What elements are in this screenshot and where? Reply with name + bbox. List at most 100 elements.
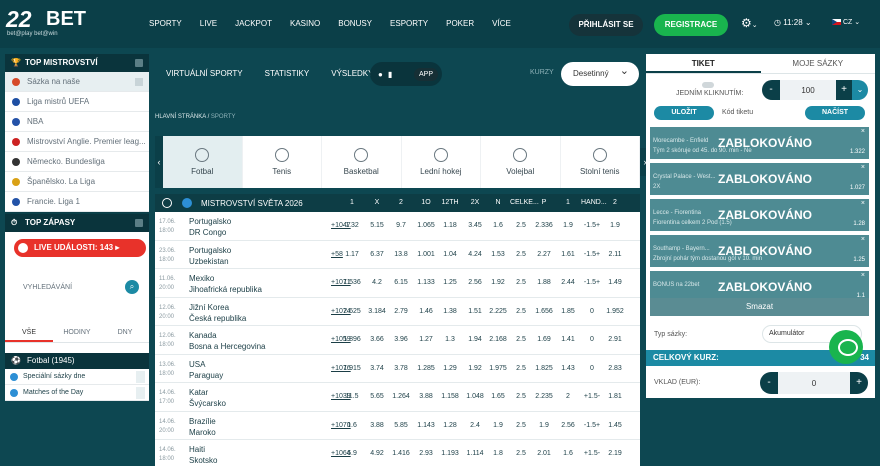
odds-cell[interactable]: 1.143 [415, 422, 437, 429]
odds-cell[interactable]: 4.24 [464, 251, 486, 258]
odds-cell[interactable]: 2.56 [464, 279, 486, 286]
sport-tab[interactable]: Lední hokej [402, 136, 481, 188]
plus-button[interactable]: + [836, 80, 852, 100]
odds-cell[interactable]: 0 [581, 308, 603, 315]
odds-cell[interactable]: 2.168 [487, 336, 509, 343]
table-row[interactable]: 11.06. 20:00 Mexiko Jihoafrická republika +1… [155, 269, 640, 298]
odds-cell[interactable]: 1.8 [487, 450, 509, 457]
logo[interactable]: 22 BET bet@play bet@win [6, 6, 98, 40]
odds-cell[interactable]: 1.285 [415, 365, 437, 372]
odds-cell[interactable]: 1.43 [557, 365, 579, 372]
odds-cell[interactable]: 2.4 [464, 422, 486, 429]
odds-cell[interactable]: 6.9 [341, 450, 363, 457]
odds-cell[interactable]: -1.5+ [581, 251, 603, 258]
odds-cell[interactable]: 1.27 [415, 336, 437, 343]
odds-cell[interactable]: +1.5- [581, 450, 603, 457]
odds-cell[interactable]: 1.896 [341, 336, 363, 343]
odds-cell[interactable]: 2.44 [557, 279, 579, 286]
odds-cell[interactable]: 1.6 [341, 422, 363, 429]
match-teams[interactable]: Haiti Skotsko [189, 444, 217, 466]
ticket-code-input[interactable]: Kód tiketu [722, 109, 753, 116]
chat-icon[interactable] [829, 330, 863, 364]
odds-cell[interactable]: 4.2 [366, 279, 388, 286]
odds-cell[interactable]: 2.225 [487, 308, 509, 315]
table-row[interactable]: 13.06. 18:00 USA Paraguay +1076 1.915 3.74 3.78… [155, 355, 640, 383]
odds-cell[interactable]: 1.158 [439, 393, 461, 400]
odds-cell[interactable]: 1.49 [604, 279, 626, 286]
odds-cell[interactable]: 2.5 [510, 279, 532, 286]
nav-item[interactable]: BONUSY [329, 0, 381, 48]
top-matches-header[interactable]: ⏱ TOP ZÁPASY [5, 214, 149, 232]
odds-cell[interactable]: 5.85 [390, 422, 412, 429]
odds-format-select[interactable]: Desetinný [561, 59, 639, 86]
odds-cell[interactable]: 2.91 [604, 336, 626, 343]
sub-special-bets[interactable]: Speciální sázky dne [5, 369, 149, 385]
table-row[interactable]: 12.06. 18:00 Kanada Bosna a Hercegovina +105… [155, 326, 640, 355]
odds-cell[interactable]: 2.5 [510, 251, 532, 258]
odds-cell[interactable]: 1.952 [604, 308, 626, 315]
odds-cell[interactable]: 1.53 [487, 251, 509, 258]
close-icon[interactable]: × [861, 164, 865, 171]
save-button[interactable]: ULOŽIT [654, 106, 714, 120]
sport-tab[interactable]: Tenis [243, 136, 322, 188]
odds-cell[interactable]: 2.11 [604, 251, 626, 258]
odds-cell[interactable]: 5.65 [366, 393, 388, 400]
match-teams[interactable]: Portugalsko DR Congo [189, 216, 231, 238]
close-icon[interactable]: × [861, 128, 865, 135]
odds-cell[interactable]: 1.9 [533, 422, 555, 429]
odds-cell[interactable]: 1.915 [341, 365, 363, 372]
odds-cell[interactable]: 1.46 [415, 308, 437, 315]
sport-tab[interactable]: Fotbal [163, 136, 243, 188]
odds-cell[interactable]: 2.19 [604, 450, 626, 457]
odds-cell[interactable]: 1.6 [557, 450, 579, 457]
odds-cell[interactable]: 1.536 [341, 279, 363, 286]
tab-my-bets[interactable]: MOJE SÁZKY [761, 54, 876, 73]
odds-cell[interactable]: 1.92 [464, 365, 486, 372]
odds-cell[interactable]: 2.625 [341, 308, 363, 315]
odds-cell[interactable]: 2.336 [533, 222, 555, 229]
table-row[interactable]: 14.06. 17:00 Katar Švýcarsko +1039 11.5 5.65 1.… [155, 383, 640, 412]
odds-cell[interactable]: 1.001 [415, 251, 437, 258]
tab-days[interactable]: DNY [101, 325, 149, 342]
odds-cell[interactable]: 2.5 [510, 393, 532, 400]
odds-cell[interactable]: 1.85 [557, 308, 579, 315]
odds-cell[interactable]: 1.25 [439, 279, 461, 286]
tab-all[interactable]: VŠE [5, 325, 53, 342]
odds-cell[interactable]: 2 [557, 393, 579, 400]
odds-cell[interactable]: 3.66 [366, 336, 388, 343]
odds-cell[interactable]: 1.51 [464, 308, 486, 315]
stake-value[interactable]: 100 [780, 86, 836, 95]
odds-cell[interactable]: 3.45 [464, 222, 486, 229]
odds-cell[interactable]: 1.193 [439, 450, 461, 457]
match-teams[interactable]: Kanada Bosna a Hercegovina [189, 330, 266, 352]
odds-cell[interactable]: 1.264 [390, 393, 412, 400]
odds-cell[interactable]: 1.3 [439, 336, 461, 343]
nav-item[interactable]: KASINO [281, 0, 329, 48]
stake-amount[interactable]: 0 [778, 379, 850, 388]
scroll-bar[interactable] [136, 371, 145, 383]
chevron-left-icon[interactable]: ‹ [155, 136, 163, 188]
match-teams[interactable]: USA Paraguay [189, 359, 223, 381]
odds-cell[interactable]: 6.37 [366, 251, 388, 258]
login-button[interactable]: PŘIHLÁSIT SE [569, 14, 643, 36]
subnav-virtual[interactable]: VIRTUÁLNÍ SPORTY [155, 59, 254, 89]
sidebar-item[interactable]: Německo. Bundesliga [5, 152, 149, 172]
odds-cell[interactable]: 1.9 [604, 222, 626, 229]
odds-cell[interactable]: 1.065 [415, 222, 437, 229]
scroll-bar[interactable] [136, 387, 145, 399]
odds-cell[interactable]: 1.9 [487, 422, 509, 429]
odds-cell[interactable]: 2.235 [533, 393, 555, 400]
search-icon[interactable]: ⌕ [125, 280, 139, 294]
odds-cell[interactable]: 1.41 [557, 336, 579, 343]
sport-football[interactable]: ⚽ Fotbal (1945) [5, 353, 149, 369]
load-button[interactable]: NAČÍST [805, 106, 865, 120]
collapse-icon[interactable] [135, 59, 143, 67]
app-download[interactable]: ● ▮ APP [370, 62, 442, 86]
odds-cell[interactable]: 1.65 [487, 393, 509, 400]
gear-icon[interactable]: ⚙⌄ [741, 16, 758, 30]
search-label[interactable]: VYHLEDÁVÁNÍ [23, 284, 72, 291]
sport-tab[interactable]: Volejbal [481, 136, 561, 188]
chevron-down-icon[interactable]: ⌄ [852, 80, 868, 100]
odds-cell[interactable]: 2.27 [533, 251, 555, 258]
delete-button[interactable]: Smazat [650, 298, 869, 316]
